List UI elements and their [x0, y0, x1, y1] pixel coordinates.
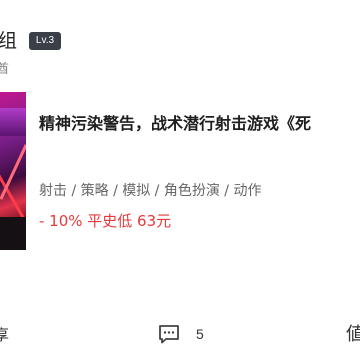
author-name[interactable]: 组 [0, 28, 17, 54]
game-cover-image[interactable] [0, 92, 26, 250]
level-badge: Lv.3 [29, 32, 61, 50]
comment-icon [159, 325, 179, 344]
author-subline: 酋 [0, 62, 10, 77]
game-price: - 10% 平史低 63元 [39, 212, 172, 230]
comment-button[interactable]: 5 [158, 322, 218, 348]
comment-count: 5 [196, 326, 204, 342]
action-bar: 享 5 値 [0, 318, 360, 352]
game-title[interactable]: 精神污染警告，战术潜行射击游戏《死 [39, 112, 360, 136]
share-button[interactable]: 享 [0, 324, 9, 346]
game-tags: 射击 / 策略 / 模拟 / 角色扮演 / 动作 [39, 183, 262, 199]
like-button[interactable]: 値 [346, 324, 360, 346]
